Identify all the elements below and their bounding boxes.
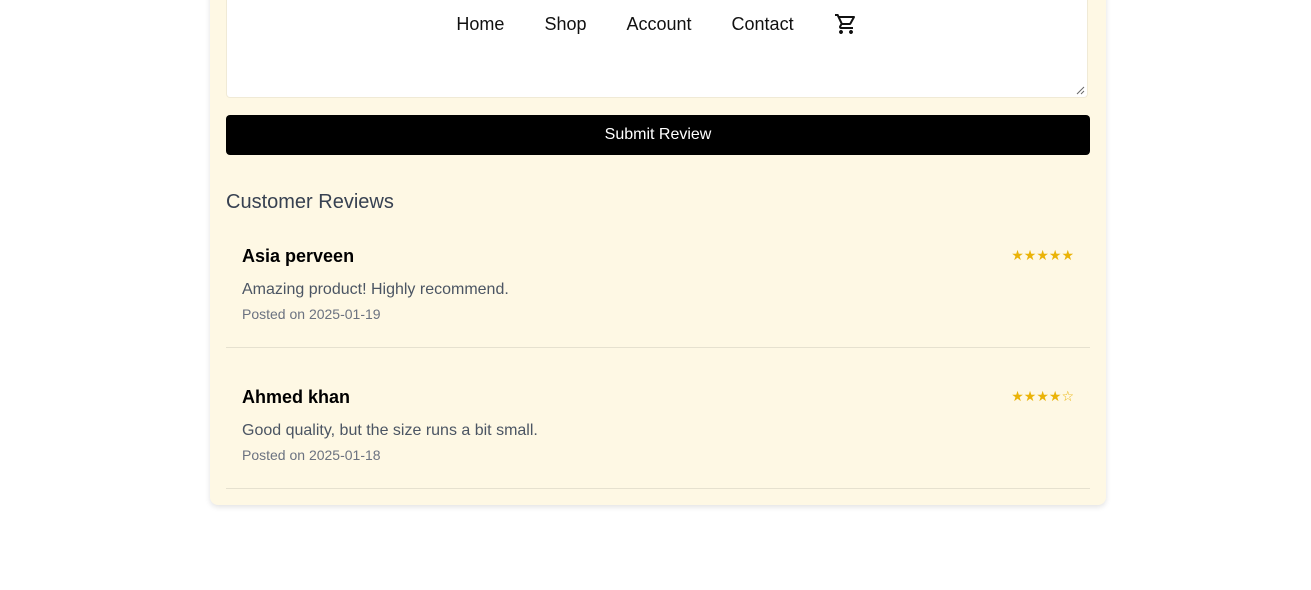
review-item: Ahmed khan ★★★★☆ Good quality, but the s… — [226, 365, 1090, 489]
review-textarea[interactable]: Home Shop Account Contact — [226, 0, 1088, 98]
review-item: Asia perveen ★★★★★ Amazing product! High… — [226, 224, 1090, 348]
reviewer-name: Asia perveen — [242, 246, 355, 266]
review-date: Posted on 2025-01-19 — [242, 306, 381, 322]
review-card: Home Shop Account Contact Submit Review … — [210, 0, 1106, 505]
reviewer-name: Ahmed khan — [242, 387, 351, 407]
nav-home-link[interactable]: Home — [456, 12, 504, 36]
cart-icon[interactable] — [834, 12, 858, 36]
review-text: Good quality, but the size runs a bit sm… — [242, 422, 538, 439]
submit-review-button[interactable]: Submit Review — [226, 115, 1090, 155]
top-nav: Home Shop Account Contact — [227, 12, 1087, 36]
star-rating: ★★★★★ — [1011, 248, 1074, 264]
customer-reviews-heading: Customer Reviews — [226, 191, 394, 213]
review-date: Posted on 2025-01-18 — [242, 447, 381, 463]
nav-account-link[interactable]: Account — [626, 12, 691, 36]
resize-handle-icon[interactable] — [1076, 86, 1085, 95]
nav-shop-link[interactable]: Shop — [544, 12, 586, 36]
nav-contact-link[interactable]: Contact — [732, 12, 794, 36]
review-text: Amazing product! Highly recommend. — [242, 281, 509, 298]
star-rating: ★★★★☆ — [1011, 389, 1074, 405]
